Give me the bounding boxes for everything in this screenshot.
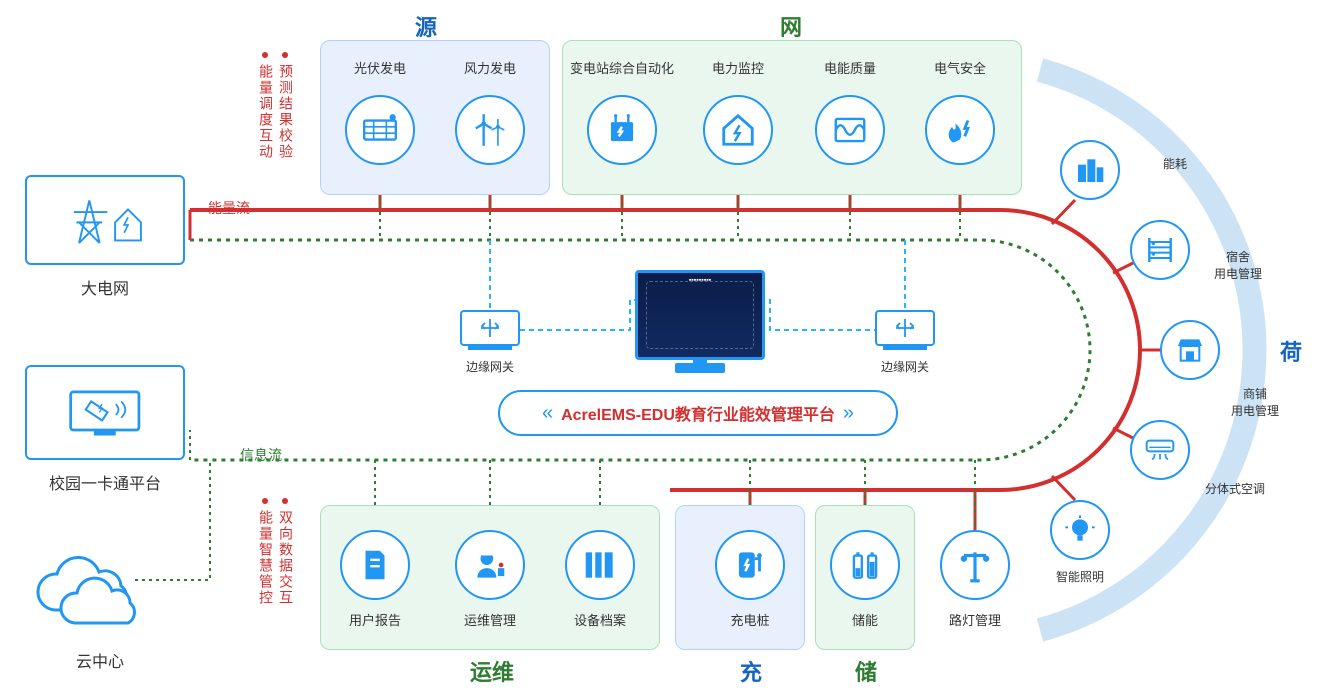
diagram-canvas: 源 网 运维 充 储 荷 光伏发电 风力发电 变电站综合自动化 电力监控 电能质… [0,0,1321,689]
node-elec-safety [925,95,995,165]
lightbulb-icon [1064,514,1096,546]
node-power-monitor [703,95,773,165]
substation-icon [603,111,641,149]
fire-bolt-icon [941,111,979,149]
label-campus-card: 校园一卡通平台 [25,470,185,494]
chevron-right-icon: » [843,402,854,425]
archive-icon [581,546,619,584]
label-pv: 光伏发电 [320,58,440,77]
buildings-icon [1074,154,1106,186]
ext-campus-card [25,365,185,460]
charging-pile-icon [731,546,769,584]
streetlight-icon [956,546,994,584]
group-title-source: 源 [415,10,437,42]
house-bolt-icon [719,111,757,149]
bunkbed-icon [1144,234,1176,266]
node-battery [830,530,900,600]
label-gateway-left: 边缘网关 [455,358,525,375]
label-info-flow: 信息流 [240,445,282,465]
oscilloscope-icon [831,111,869,149]
platform-name-pill: « AcrelEMS-EDU教育行业能效管理平台 » [498,390,898,436]
label-maingrid: 大电网 [25,275,185,299]
center-monitor: ▪▪▪▪▪▪▪▪▪ [635,270,765,360]
node-substation [587,95,657,165]
label-gateway-right: 边缘网关 [870,358,940,375]
label-streetlight: 路灯管理 [915,610,1035,629]
node-pv [345,95,415,165]
platform-title: AcrelEMS-EDU教育行业能效管理平台 [561,401,835,425]
node-om [455,530,525,600]
label-power-monitor: 电力监控 [678,58,798,77]
label-om: 运维管理 [430,610,550,629]
label-shop: 商铺 用电管理 [1215,385,1295,419]
node-energy [1060,140,1120,200]
cloud-icon [20,555,160,635]
worker-icon [471,546,509,584]
label-lighting: 智能照明 [1040,568,1120,585]
label-ac: 分体式空调 [1195,480,1275,497]
vtext-bot-1: 双向数据交互 [276,510,296,606]
vtext-top-2: 能量调度互动 [256,64,276,160]
group-title-charge: 充 [740,655,762,687]
battery-icon [846,546,884,584]
vtext-bot-2: 能量智慧管控 [256,510,276,606]
gateway-right [875,310,935,346]
node-shop [1160,320,1220,380]
label-energy: 能耗 [1135,155,1215,172]
label-report: 用户报告 [315,610,435,629]
label-elec-safety: 电气安全 [900,58,1020,77]
card-terminal-icon [58,385,152,440]
label-dorm: 宿舍 用电管理 [1198,248,1278,282]
label-energy-flow: 能量流 [208,198,250,218]
node-lighting [1050,500,1110,560]
label-cloud: 云中心 [20,648,180,672]
label-battery: 储能 [805,610,925,629]
group-title-grid: 网 [780,10,802,42]
solar-panel-icon [361,111,399,149]
node-dorm [1130,220,1190,280]
wind-turbine-icon [471,111,509,149]
node-wind [455,95,525,165]
node-asset [565,530,635,600]
label-asset: 设备档案 [540,610,660,629]
shop-icon [1174,334,1206,366]
vtext-top-1: 预测结果校验 [276,64,296,160]
label-power-quality: 电能质量 [790,58,910,77]
chevron-left-icon: « [542,402,553,425]
gateway-icon [893,316,917,340]
gateway-icon [478,316,502,340]
report-icon [356,546,394,584]
label-wind: 风力发电 [430,58,550,77]
node-power-quality [815,95,885,165]
transmission-tower-icon [58,194,152,246]
group-title-store: 储 [855,655,877,687]
ext-maingrid [25,175,185,265]
label-substation: 变电站综合自动化 [562,58,682,77]
ext-cloud [20,555,160,640]
gateway-left [460,310,520,346]
node-streetlight [940,530,1010,600]
ac-icon [1144,434,1176,466]
label-charger: 充电桩 [690,610,810,629]
node-ac [1130,420,1190,480]
node-charger [715,530,785,600]
group-title-load: 荷 [1280,335,1302,367]
group-title-ops: 运维 [470,655,514,687]
node-report [340,530,410,600]
